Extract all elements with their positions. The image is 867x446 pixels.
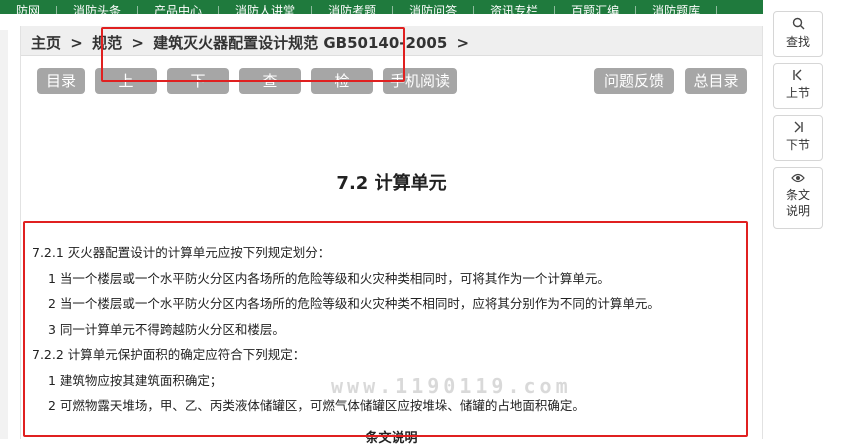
side-explanation-label: 说明	[785, 204, 810, 218]
prev-icon	[774, 69, 822, 85]
nav-item[interactable]: 产品中心	[138, 5, 220, 14]
all-toc-button[interactable]: 总目录	[685, 68, 747, 94]
breadcrumb-separator: >	[456, 34, 470, 52]
highlight-box-title	[101, 27, 405, 82]
nav-item[interactable]: 消防头条	[57, 5, 139, 14]
side-explanation-label: 条文	[785, 188, 810, 202]
highlight-box-content	[23, 221, 748, 437]
nav-item[interactable]: 资讯专栏	[474, 5, 556, 14]
breadcrumb-home[interactable]: 主页	[31, 34, 61, 52]
nav-item[interactable]: 百题汇编	[555, 5, 637, 14]
search-icon	[774, 17, 822, 34]
toc-button[interactable]: 目录	[37, 68, 85, 94]
side-next-label: 下节	[785, 138, 810, 152]
nav-item[interactable]: 消防问答	[393, 5, 475, 14]
nav-item[interactable]: 防网	[0, 5, 58, 14]
side-next-button[interactable]: 下节	[773, 115, 823, 161]
nav-item[interactable]: 消防题库	[636, 5, 718, 14]
side-prev-button[interactable]: 上节	[773, 63, 823, 109]
side-explanation-button[interactable]: 条文 说明	[773, 167, 823, 229]
top-navigation: 防网 消防头条 产品中心 消防人讲堂 消防考题 消防问答 资讯专栏 百题汇编 消防题库	[0, 0, 763, 14]
side-prev-label: 上节	[785, 86, 810, 100]
left-margin	[0, 30, 8, 439]
section-title: 7.2 计算单元	[336, 173, 447, 194]
breadcrumb-separator: >	[70, 34, 83, 52]
nav-item[interactable]: 消防考题	[312, 5, 394, 14]
right-margin	[825, 0, 867, 439]
next-icon	[774, 121, 822, 137]
side-find-label: 查找	[785, 35, 810, 49]
side-find-button[interactable]: 查找	[773, 11, 823, 57]
eye-icon	[774, 173, 822, 187]
feedback-button[interactable]: 问题反馈	[594, 68, 674, 94]
nav-item[interactable]: 消防人讲堂	[219, 5, 313, 14]
